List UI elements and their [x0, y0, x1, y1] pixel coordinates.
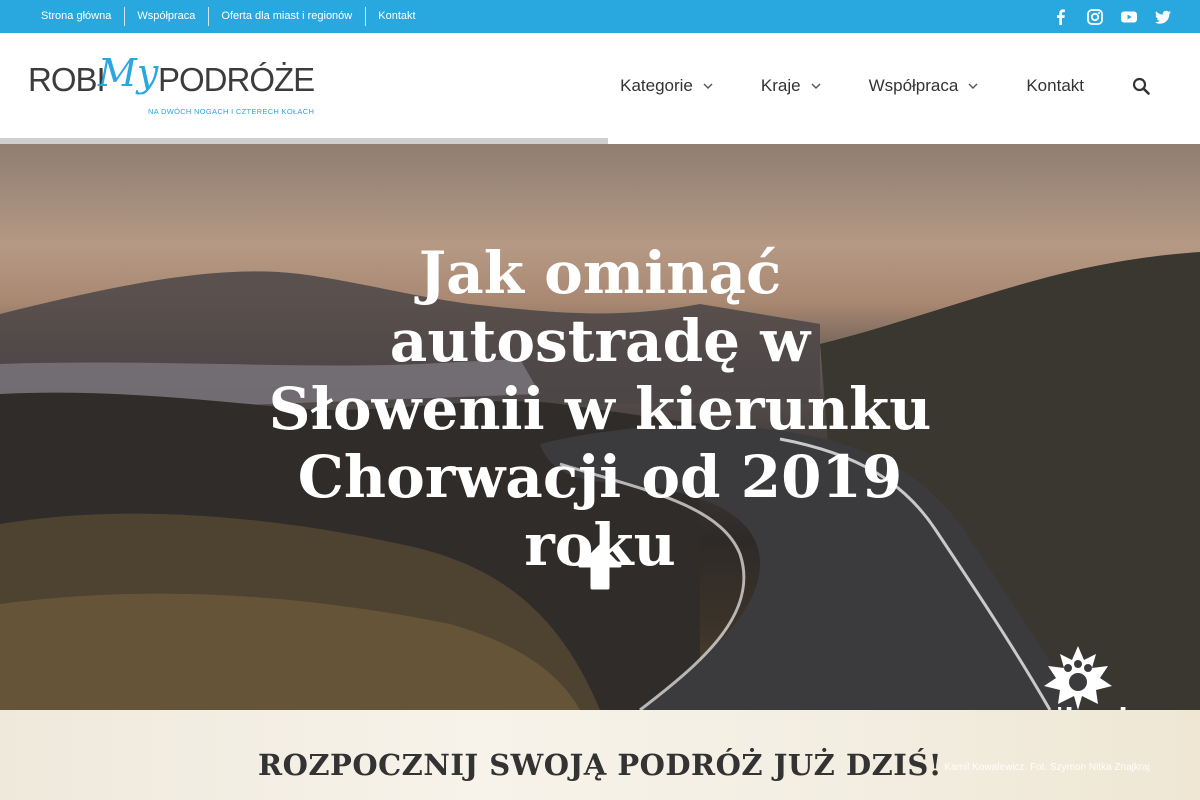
hero-title: Jak ominąć autostradę w Słowenii w kieru… — [268, 239, 932, 579]
logo-wordmark: ROBI PODRÓŻE — [28, 61, 315, 99]
cta-band: ROZPOCZNIJ SWOJĄ PODRÓŻ JUŻ DZIŚ! Kamil … — [0, 710, 1200, 800]
nav-label: Kraje — [760, 75, 801, 95]
site-logo[interactable]: ROBI PODRÓŻE My NA DWÓCH NOGACH I CZTERE… — [28, 51, 318, 121]
logo-part1: ROBI — [28, 61, 106, 98]
youtube-icon[interactable] — [1120, 8, 1138, 26]
logo-part2: PODRÓŻE — [158, 61, 315, 98]
nav-label: Kontakt — [1026, 75, 1084, 95]
chevron-down-icon — [968, 83, 978, 89]
scroll-to-top-icon[interactable] — [575, 542, 625, 592]
social-links — [1052, 0, 1172, 33]
site-header: ROBI PODRÓŻE My NA DWÓCH NOGACH I CZTERE… — [0, 33, 1200, 138]
main-nav: Kategorie Kraje Współpraca Kontakt — [572, 33, 1150, 138]
maple-leaf-paw-icon — [1044, 646, 1112, 710]
nav-item-cooperation[interactable]: Współpraca — [869, 76, 979, 96]
logo-script: My — [98, 51, 159, 95]
top-link-contact[interactable]: Kontakt — [365, 0, 428, 33]
nav-item-categories[interactable]: Kategorie — [620, 76, 713, 96]
chevron-down-icon — [703, 83, 713, 89]
znajkraj-wordmark: znajkraj — [998, 702, 1129, 710]
nav-item-contact[interactable]: Kontakt — [1026, 76, 1084, 96]
nav-label: Współpraca — [868, 75, 959, 95]
twitter-icon[interactable] — [1154, 8, 1172, 26]
hero-section: Jak ominąć autostradę w Słowenii w kieru… — [0, 144, 1200, 710]
watermark-suffix: kraj — [1064, 702, 1129, 710]
logo-tagline: NA DWÓCH NOGACH I CZTERECH KOŁACH — [148, 107, 315, 116]
instagram-icon[interactable] — [1086, 8, 1104, 26]
search-icon[interactable] — [1132, 77, 1150, 95]
top-bar: Strona główna Współpraca Oferta dla mias… — [0, 0, 1200, 33]
nav-label: Kategorie — [620, 75, 693, 95]
chevron-down-icon — [811, 83, 821, 89]
photo-credit: Kamil Kowalewicz. Fot. Szymon Nitka Znaj… — [944, 762, 1150, 773]
nav-item-countries[interactable]: Kraje — [761, 76, 821, 96]
top-link-home[interactable]: Strona główna — [28, 0, 124, 33]
top-nav: Strona główna Współpraca Oferta dla mias… — [28, 0, 429, 33]
top-link-cooperation[interactable]: Współpraca — [124, 0, 208, 33]
facebook-icon[interactable] — [1052, 8, 1070, 26]
watermark-prefix: znaj — [998, 702, 1064, 710]
znajkraj-watermark: znajkraj — [998, 642, 1158, 710]
top-link-offer[interactable]: Oferta dla miast i regionów — [208, 0, 365, 33]
